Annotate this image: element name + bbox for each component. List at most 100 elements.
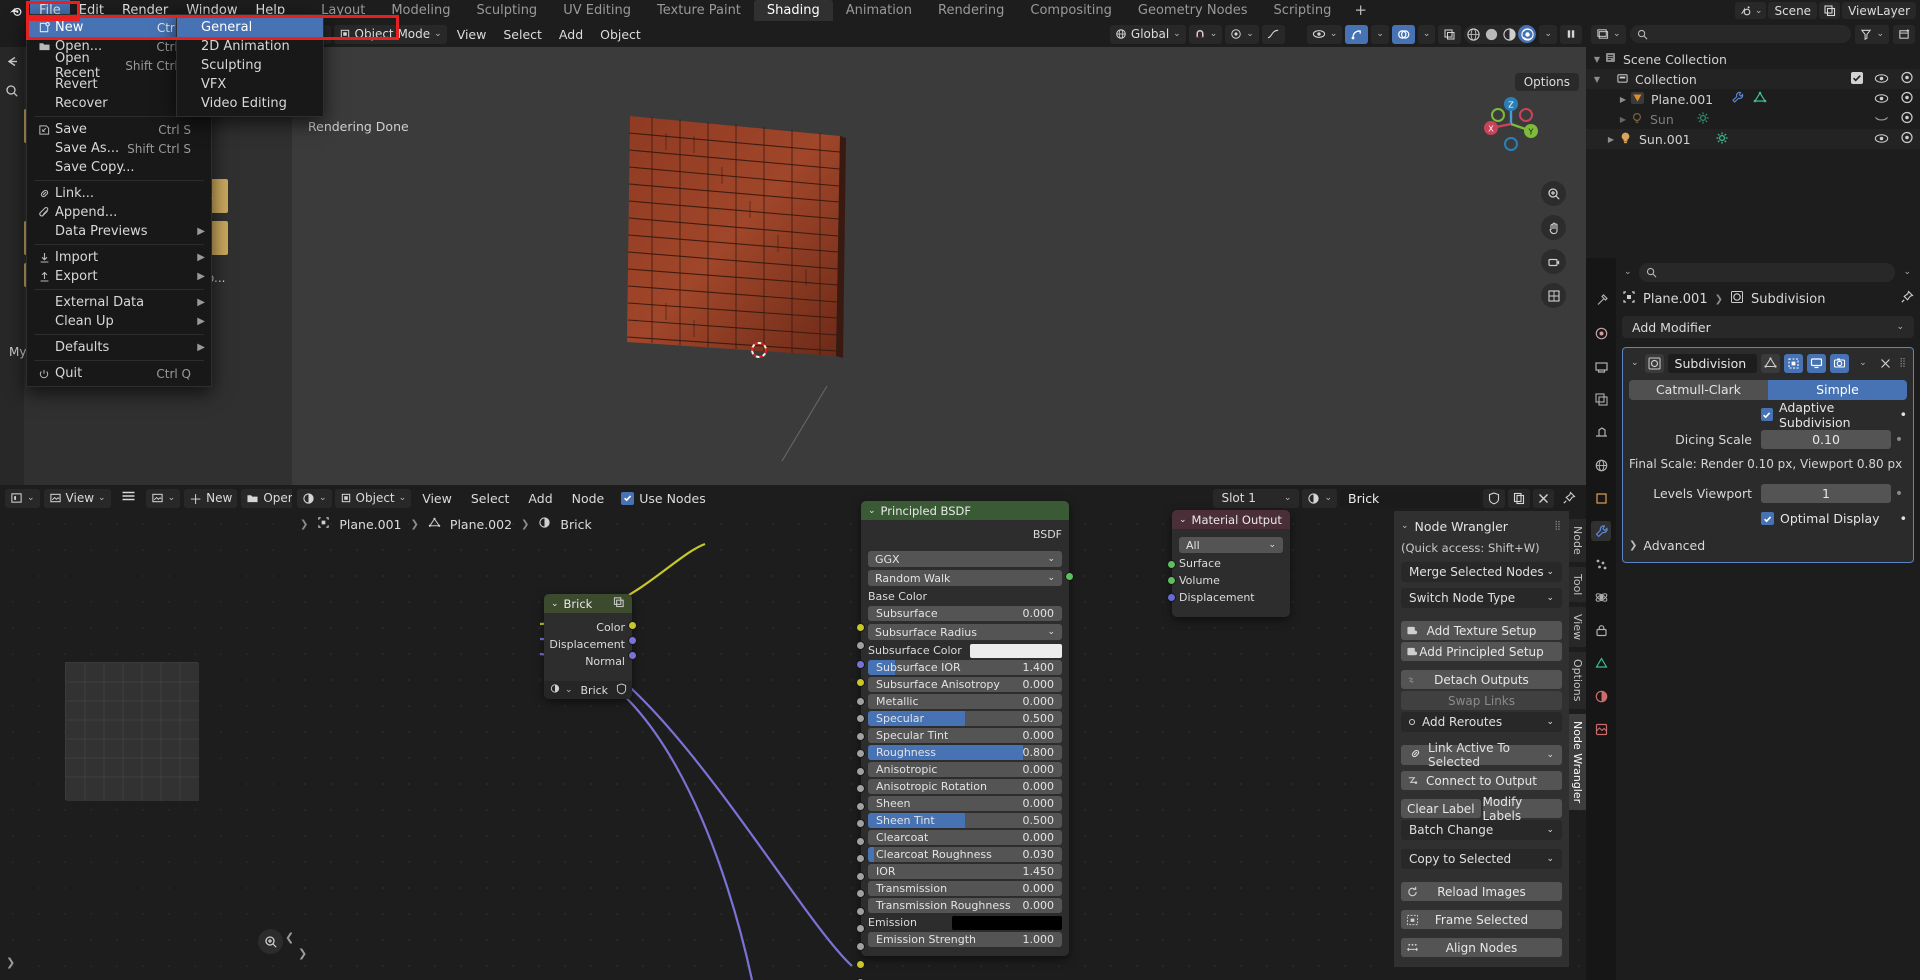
socket-specular-tint[interactable] [856,767,865,776]
node-input-anisotropic[interactable]: Anisotropic0.000 [868,762,1062,777]
disclosure-triangle-icon[interactable]: ▶ [1604,135,1618,144]
socket-anisotropic-rotation[interactable] [856,819,865,828]
subsurface-color-swatch[interactable] [970,644,1062,658]
snap-toggle[interactable]: ⌄ [1189,25,1223,44]
browse-icon[interactable] [549,683,561,697]
viewport-options-button[interactable]: Options [1515,73,1579,91]
outliner-search-input[interactable] [1630,25,1852,43]
image-editor-collapse-chevron[interactable]: ❮ [285,931,292,944]
breadcrumb-modifier-name[interactable]: Subdivision [1751,292,1826,307]
breadcrumb-item-plane002[interactable]: Plane.002 [450,517,512,532]
file-menu-item-data-previews[interactable]: Data Previews ▶ [27,222,211,241]
tab-animation[interactable]: Animation [833,0,925,21]
mesh-data-icon[interactable] [1753,91,1767,107]
image-editor-zoom-button[interactable] [258,929,283,954]
image-grid-preview[interactable] [65,662,198,800]
socket-anisotropic[interactable] [856,802,865,811]
socket-normal[interactable] [628,651,637,660]
socket-displacement[interactable] [628,636,637,645]
new-submenu-item-video-editing[interactable]: Video Editing [177,94,323,113]
overlays-toggle[interactable] [1392,25,1415,44]
merge-selected-nodes-dropdown[interactable]: Merge Selected Nodes⌄ [1401,562,1562,582]
shading-dropdown[interactable]: ⌄ [1539,25,1557,44]
socket-sheen[interactable] [856,837,865,846]
socket-sheen-tint[interactable] [856,854,865,863]
tab-render-icon[interactable] [1591,323,1611,343]
file-menu-item-save[interactable]: Save Ctrl S [27,120,211,139]
outliner-display-mode[interactable]: ⌄ [1591,25,1626,44]
overlays-dropdown[interactable]: ⌄ [1418,25,1436,44]
node-input-subsurface[interactable]: Subsurface0.000 [868,606,1062,621]
emission-color-swatch[interactable] [952,916,1062,930]
viewport-shading-modes[interactable] [1464,25,1536,44]
node-input-transmission-roughness[interactable]: Transmission Roughness0.000 [868,898,1062,913]
breadcrumb-item-brick[interactable]: Brick [560,517,591,532]
camera-icon[interactable] [1541,249,1566,274]
pin-icon[interactable] [1900,290,1914,308]
animate-dot-icon[interactable]: • [1900,407,1907,422]
open-image-button[interactable]: Open [241,489,292,508]
tab-scripting[interactable]: Scripting [1261,0,1345,21]
outliner-row-plane001[interactable]: ▶ Plane.001 [1586,89,1920,109]
socket-emission[interactable] [856,960,865,969]
tab-shading[interactable]: Shading [754,0,833,21]
socket-displacement-in[interactable] [1167,593,1176,602]
tab-viewlayer-icon[interactable] [1591,389,1611,409]
modifier-extras-chevron-icon[interactable]: ⌄ [1853,354,1872,373]
tab-modeling[interactable]: Modeling [378,0,463,21]
tab-tool-icon[interactable] [1591,290,1611,310]
editor-type-chevron-icon[interactable]: ⌄ [1622,267,1634,277]
shading-rendered-icon[interactable] [1518,25,1536,43]
tab-geometry-nodes[interactable]: Geometry Nodes [1125,0,1261,21]
subdivision-type-selector[interactable]: Catmull-Clark Simple [1629,380,1907,400]
add-modifier-button[interactable]: Add Modifier ⌄ [1622,316,1914,338]
camera-render-icon[interactable] [1900,111,1914,127]
node-dropdown-distribution[interactable]: GGX⌄ [868,551,1062,567]
new-collection-icon[interactable] [1893,25,1915,44]
modifier-expand-chevron-icon[interactable]: ⌄ [1629,358,1641,368]
falloff-curve-icon[interactable] [1262,25,1285,44]
node-input-emission-strength[interactable]: Emission Strength1.000 [868,932,1062,947]
file-menu-item-clean-up[interactable]: Clean Up ▶ [27,312,211,331]
file-menu-item-import[interactable]: Import ▶ [27,248,211,267]
image-view-menu[interactable]: View ⌄ [44,489,111,508]
proportional-edit-toggle[interactable]: ⌄ [1225,25,1259,44]
node-input-sheen[interactable]: Sheen0.000 [868,796,1062,811]
new-submenu-item-vfx[interactable]: VFX [177,75,323,94]
tab-rendering[interactable]: Rendering [925,0,1017,21]
new-submenu-item-general[interactable]: General [177,18,323,37]
collapse-chevron-icon[interactable]: ⌄ [1401,521,1409,531]
outliner-row-collection[interactable]: ▼ Collection [1586,69,1920,89]
add-texture-setup-button[interactable]: Add Texture Setup [1401,621,1562,640]
animate-dot-icon[interactable]: • [1891,486,1907,502]
modifier-delete-x-icon[interactable] [1876,354,1895,373]
checkbox-icon[interactable] [1851,72,1863,87]
node-input-subsurface-anisotropy[interactable]: Subsurface Anisotropy0.000 [868,677,1062,692]
node-dropdown-target[interactable]: All⌄ [1179,537,1283,553]
pan-hand-icon[interactable] [1541,215,1566,240]
tab-world-icon[interactable] [1591,455,1611,475]
wrench-icon[interactable] [1731,91,1745,107]
add-principled-setup-button[interactable]: Add Principled Setup [1401,642,1562,661]
node-header[interactable]: ⌄ Brick [544,594,632,613]
swap-links-button[interactable]: Swap Links [1401,691,1562,710]
viewport-menu-view[interactable]: View [450,25,494,44]
file-menu-item-link[interactable]: Link... [27,184,211,203]
node-wrangler-title-row[interactable]: ⌄ Node Wrangler ⣿ [1401,517,1562,535]
outliner-row-scene-collection[interactable]: ▼ Scene Collection [1586,49,1920,69]
socket-subsurface-ior[interactable] [856,697,865,706]
socket-surface[interactable] [1167,560,1176,569]
tab-object-icon[interactable] [1591,488,1611,508]
frame-selected-button[interactable]: Frame Selected [1401,910,1562,929]
advanced-section-toggle[interactable]: ❯ Advanced [1629,538,1907,553]
subdivision-type-catmull-clark[interactable]: Catmull-Clark [1629,380,1768,400]
socket-subsurface-radius[interactable] [856,660,865,669]
tab-constraints-icon[interactable] [1591,620,1611,640]
file-menu-item-append[interactable]: Append... [27,203,211,222]
socket-bsdf-out[interactable] [1065,572,1074,581]
modify-labels-button[interactable]: Modify Labels [1483,799,1563,818]
socket-roughness[interactable] [856,784,865,793]
link-active-to-selected-dropdown[interactable]: Link Active To Selected⌄ [1401,745,1562,765]
socket-ior[interactable] [856,907,865,916]
tab-uv-editing[interactable]: UV Editing [550,0,644,21]
